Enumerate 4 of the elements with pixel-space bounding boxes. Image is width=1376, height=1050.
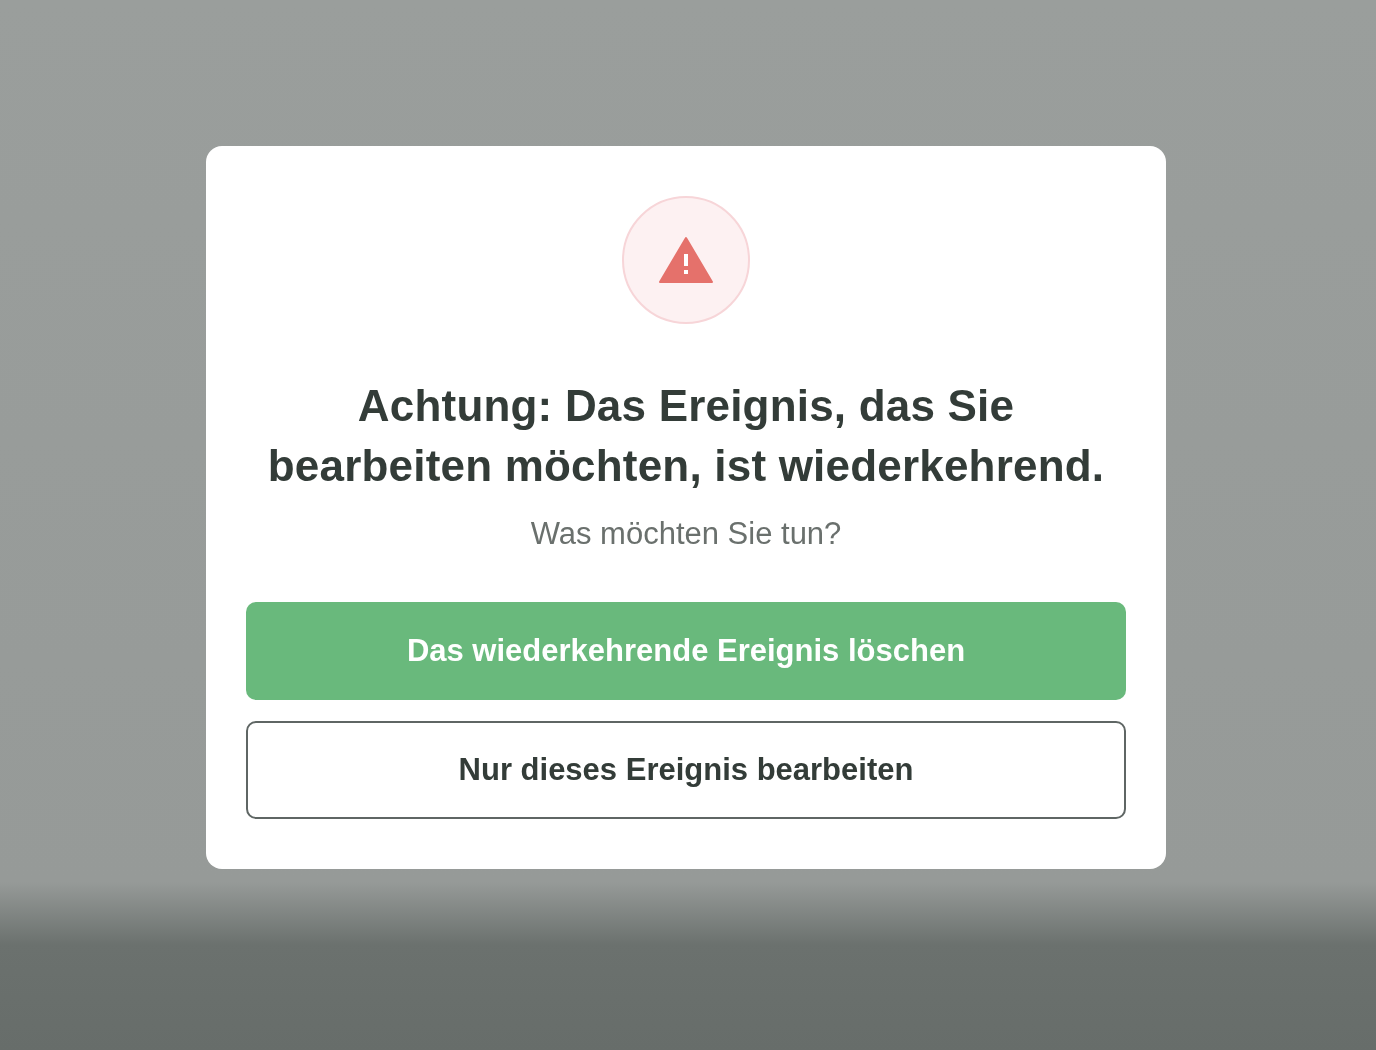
warning-icon xyxy=(658,236,714,284)
dialog-title: Achtung: Das Ereignis, das Sie bearbeiten möchten, ist wiederkehrend. xyxy=(266,380,1106,492)
dialog-subtitle: Was möchten Sie tun? xyxy=(530,515,842,553)
edit-single-button[interactable]: Nur dieses Ereignis bearbeiten xyxy=(246,721,1126,819)
